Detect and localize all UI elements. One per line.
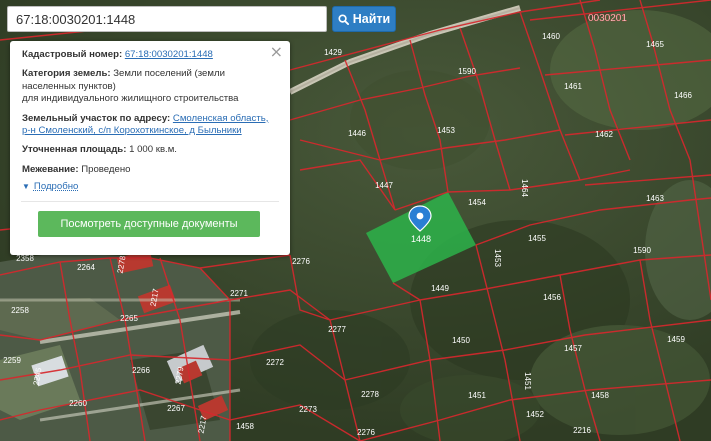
parcel-number-label: 1460 — [542, 32, 560, 41]
cadastral-number-link[interactable]: 67:18:0030201:1448 — [125, 49, 213, 60]
address-label: Земельный участок по адресу: — [22, 112, 171, 124]
parcel-number-label: 1590 — [458, 67, 476, 76]
land-category-value-2: населенных пунктов) — [22, 80, 116, 92]
parcel-number-label: 2276 — [357, 428, 375, 437]
parcel-number-label: 2276 — [292, 257, 310, 266]
parcel-number-label: 1456 — [543, 293, 561, 302]
parcel-number-label: 1458 — [236, 422, 254, 431]
parcel-number-label: 1449 — [431, 284, 449, 293]
parcel-number-label: 2259 — [3, 356, 21, 365]
parcel-number-label: 2272 — [266, 358, 284, 367]
land-category-value: Земли поселений (земли — [113, 68, 225, 80]
details-toggle[interactable]: ▼ Подробно — [22, 181, 278, 192]
parcel-number-label: 1453 — [493, 249, 502, 267]
parcel-number-label: 2264 — [77, 263, 95, 272]
parcel-number-label: 2265 — [120, 314, 138, 323]
cadastral-number-label: Кадастровый номер: — [22, 49, 123, 60]
area-value: 1 000 кв.м. — [129, 144, 177, 156]
parcel-number-label: 2273 — [299, 405, 317, 414]
parcel-number-label: 2277 — [328, 325, 346, 334]
parcel-number-label: 1458 — [591, 391, 609, 400]
quarter-label: 0030201 — [588, 13, 627, 24]
parcel-number-label: 1454 — [468, 198, 486, 207]
parcel-number-label: 1461 — [564, 82, 582, 91]
search-button[interactable]: Найти — [332, 6, 396, 32]
parcel-number-label: 1452 — [526, 410, 544, 419]
parcel-number-label: 2258 — [11, 306, 29, 315]
parcel-number-label: 1450 — [452, 336, 470, 345]
land-category-label: Категория земель: — [22, 68, 111, 80]
address-row: Земельный участок по адресу: Смоленская … — [22, 113, 278, 138]
parcel-number-label: 1459 — [667, 335, 685, 344]
parcel-number-label: 1462 — [595, 130, 613, 139]
land-category-row: Категория земель: Земли поселений (земли… — [22, 68, 278, 105]
parcel-number-label: 1446 — [348, 129, 366, 138]
parcel-number-label: 2278 — [361, 390, 379, 399]
parcel-number-label: 1451 — [468, 391, 486, 400]
selected-parcel-label: 1448 — [411, 234, 431, 244]
search-button-label: Найти — [352, 12, 391, 26]
parcel-number-label: 1590 — [633, 246, 651, 255]
parcel-number-label: 1464 — [520, 179, 529, 197]
parcel-number-label: 2267 — [167, 404, 185, 413]
parcel-number-label: 1466 — [674, 91, 692, 100]
view-documents-button[interactable]: Посмотреть доступные документы — [38, 211, 260, 238]
close-icon[interactable]: × — [270, 44, 283, 60]
land-category-value-3: для индивидуального жилищного строительс… — [22, 93, 239, 105]
cadastral-number-row: Кадастровый номер: 67:18:0030201:1448 — [22, 49, 278, 61]
address-link-1[interactable]: Смоленская область, — [173, 113, 268, 124]
parcel-number-label: 2216 — [573, 426, 591, 435]
divider — [21, 201, 279, 203]
area-row: Уточненная площадь: 1 000 кв.м. — [22, 144, 278, 156]
parcel-number-label: 1447 — [375, 181, 393, 190]
parcel-number-label: 1465 — [646, 40, 664, 49]
parcel-number-label: 2358 — [16, 254, 34, 263]
details-link[interactable]: Подробно — [34, 181, 78, 192]
parcel-info-panel: × Кадастровый номер: 67:18:0030201:1448 … — [10, 41, 290, 255]
parcel-number-label: 2260 — [69, 399, 87, 408]
survey-value: Проведено — [81, 163, 131, 175]
parcel-number-label: 2266 — [132, 366, 150, 375]
address-link-2[interactable]: р-н Смоленский, с/п Корохоткинское, д Бы… — [22, 125, 242, 136]
search-icon — [338, 13, 349, 25]
village-area — [0, 250, 241, 441]
parcel-number-label: 1457 — [564, 344, 582, 353]
search-input[interactable] — [7, 6, 327, 32]
parcel-number-label: 1451 — [523, 372, 532, 390]
parcel-number-label: 1463 — [646, 194, 664, 203]
area-label: Уточненная площадь: — [22, 144, 127, 156]
parcel-number-label: 1429 — [324, 48, 342, 57]
triangle-down-icon: ▼ — [22, 182, 30, 192]
survey-row: Межевание: Проведено — [22, 164, 278, 176]
parcel-number-label: 1453 — [437, 126, 455, 135]
parcel-number-label: 2271 — [230, 289, 248, 298]
parcel-number-label: 1455 — [528, 234, 546, 243]
survey-label: Межевание: — [22, 163, 79, 175]
